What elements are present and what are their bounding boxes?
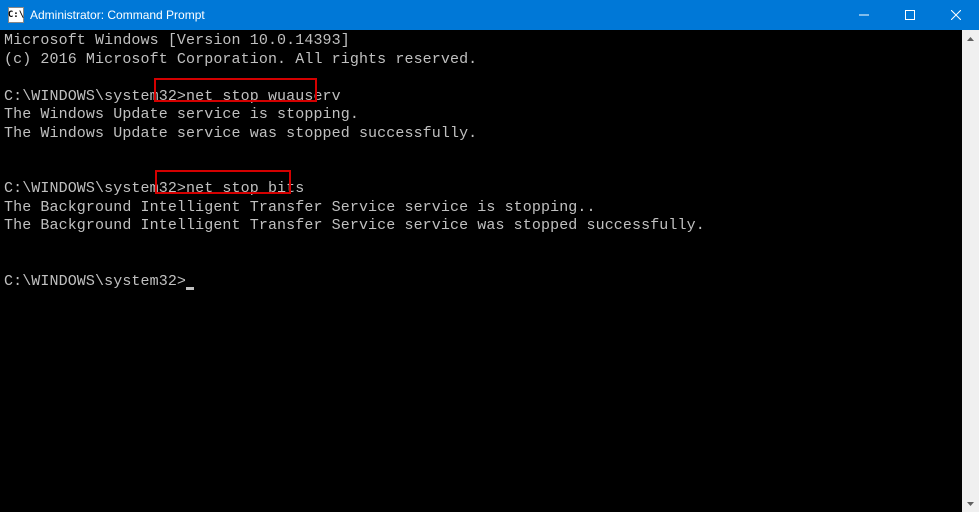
terminal-line: C:\WINDOWS\system32> (4, 273, 962, 292)
terminal-line (4, 254, 962, 273)
terminal-line: The Background Intelligent Transfer Serv… (4, 199, 962, 218)
terminal-line: The Windows Update service is stopping. (4, 106, 962, 125)
scroll-down-button[interactable] (962, 495, 979, 512)
window-title: Administrator: Command Prompt (30, 8, 841, 22)
cmd-icon: C:\ (8, 7, 24, 23)
window-titlebar: C:\ Administrator: Command Prompt (0, 0, 979, 30)
terminal-line: Microsoft Windows [Version 10.0.14393] (4, 32, 962, 51)
vertical-scrollbar[interactable] (962, 30, 979, 512)
terminal-line (4, 69, 962, 88)
close-icon (951, 10, 961, 20)
terminal-output: Microsoft Windows [Version 10.0.14393](c… (0, 30, 962, 512)
minimize-icon (859, 10, 869, 20)
window-controls (841, 0, 979, 30)
text-cursor (186, 287, 194, 290)
terminal-line (4, 236, 962, 255)
scroll-track[interactable] (962, 47, 979, 495)
chevron-up-icon (967, 37, 974, 41)
terminal-line (4, 162, 962, 181)
terminal-line (4, 143, 962, 162)
terminal-area[interactable]: Microsoft Windows [Version 10.0.14393](c… (0, 30, 979, 512)
scroll-up-button[interactable] (962, 30, 979, 47)
terminal-line: C:\WINDOWS\system32>net stop wuauserv (4, 88, 962, 107)
terminal-line: The Background Intelligent Transfer Serv… (4, 217, 962, 236)
terminal-line: C:\WINDOWS\system32>net stop bits (4, 180, 962, 199)
minimize-button[interactable] (841, 0, 887, 30)
terminal-line: The Windows Update service was stopped s… (4, 125, 962, 144)
close-button[interactable] (933, 0, 979, 30)
chevron-down-icon (967, 502, 974, 506)
terminal-line: (c) 2016 Microsoft Corporation. All righ… (4, 51, 962, 70)
maximize-icon (905, 10, 915, 20)
maximize-button[interactable] (887, 0, 933, 30)
